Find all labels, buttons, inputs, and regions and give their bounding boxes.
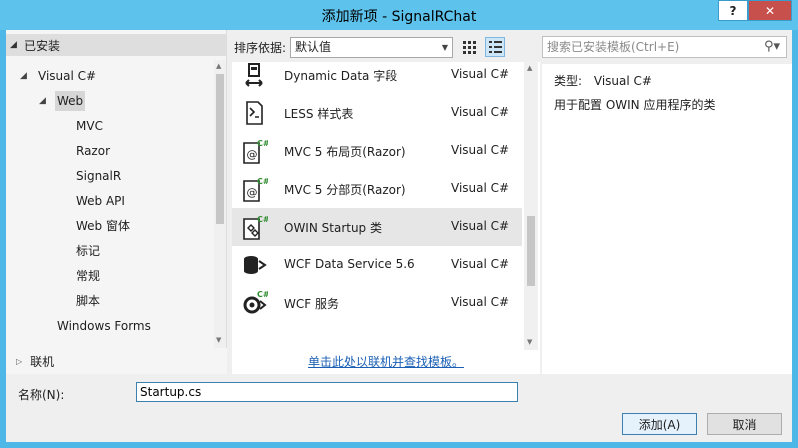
sort-value: 默认值 [295,39,332,54]
installed-header[interactable]: ◢ 已安装 [6,34,227,56]
razor-icon: @ C# [243,139,268,164]
scroll-up-icon[interactable]: ▲ [216,62,221,70]
category-panel: ◢ 已安装 ◢ Visual C# ◢ Web MVC Razor Signal… [6,30,227,348]
wcf-service-icon: C# [243,290,268,314]
tree-scrollbar[interactable]: ▲ ▼ [214,60,226,348]
scroll-down-icon[interactable]: ▼ [216,336,221,344]
template-item[interactable]: LESS 样式表 Visual C# [232,94,522,132]
template-item[interactable]: @ C# MVC 5 分部页(Razor) Visual C# [232,170,522,208]
name-label: 名称(N): [18,388,65,402]
scrollbar-thumb[interactable] [527,216,535,286]
type-row: 类型: Visual C# [554,72,652,89]
expanded-arrow-icon: ◢ [20,71,27,81]
search-input[interactable] [543,37,753,57]
grid-view-icon [463,41,477,54]
tree-item-markup[interactable]: 标记 [6,239,214,264]
window-title: 添加新项 - SignalRChat [321,9,477,25]
tree-item-visual-csharp[interactable]: ◢ Visual C# [6,64,214,89]
scroll-down-icon[interactable]: ▼ [527,338,532,346]
tree-item-web-api[interactable]: Web API [6,189,214,214]
sort-label: 排序依据: [234,40,287,55]
online-label: 联机 [30,354,55,369]
file-name-input[interactable] [136,382,518,402]
tree-item-mvc[interactable]: MVC [6,114,214,139]
scrollbar-thumb[interactable] [216,74,224,224]
type-value: Visual C# [593,74,652,88]
chevron-down-icon: ▼ [441,42,449,52]
sort-dropdown[interactable]: 默认值 ▼ [290,36,454,58]
razor-icon: @ C# [243,177,268,202]
type-label: 类型: [554,74,583,88]
dialog-body: ◢ 已安装 ◢ Visual C# ◢ Web MVC Razor Signal… [6,30,792,442]
tree-item-script[interactable]: 脚本 [6,289,214,314]
template-item[interactable]: C# WCF 服务 Visual C# [232,284,522,322]
close-button[interactable]: ✕ [748,0,792,21]
search-box[interactable]: ⚲▾ [542,36,787,58]
svg-text:@: @ [247,186,258,199]
template-scrollbar[interactable]: ▲ ▼ [524,62,538,350]
template-item[interactable]: Dynamic Data 字段 Visual C# [232,56,522,94]
tree-item-web-forms[interactable]: Web 窗体 [6,214,214,239]
dynamic-data-icon [245,63,263,87]
tree-item-signalr[interactable]: SignalR [6,164,214,189]
scroll-up-icon[interactable]: ▲ [527,64,532,72]
expanded-arrow-icon: ◢ [39,96,46,106]
template-item[interactable]: @ C# MVC 5 布局页(Razor) Visual C# [232,132,522,170]
grid-view-button[interactable] [459,37,479,57]
template-list: Dynamic Data 字段 Visual C# LESS 样式表 Visua… [232,62,540,350]
less-icon [246,101,263,125]
svg-text:C#: C# [257,215,268,224]
svg-text:C#: C# [257,177,268,186]
search-icon[interactable]: ⚲▾ [764,39,780,54]
wcf-data-icon [244,256,267,274]
list-view-icon [489,41,503,53]
tree-item-general[interactable]: 常规 [6,264,214,289]
title-bar: 添加新项 - SignalRChat ? ✕ [0,0,798,30]
tree-item-web[interactable]: ◢ Web [6,89,214,114]
collapse-triangle-icon: ◢ [10,40,17,50]
online-header[interactable]: ▷ 联机 [6,348,227,374]
template-item-selected[interactable]: C# OWIN Startup 类 Visual C# [232,208,522,246]
category-tree: ◢ Visual C# ◢ Web MVC Razor SignalR Web … [6,64,214,339]
installed-label: 已安装 [24,38,61,53]
find-online-templates-link[interactable]: 单击此处以联机并查找模板。 [308,355,464,369]
online-link-row: 单击此处以联机并查找模板。 [232,350,540,374]
svg-text:C#: C# [257,290,268,299]
template-description: 用于配置 OWIN 应用程序的类 [554,98,716,112]
name-and-actions: 名称(N): 添加(A) 取消 [6,376,792,442]
owin-icon: C# [243,215,268,240]
details-panel: 类型: Visual C# 用于配置 OWIN 应用程序的类 [542,64,792,374]
sort-toolbar: 排序依据: 默认值 ▼ [234,36,506,58]
expand-triangle-icon: ▷ [16,356,23,366]
help-button[interactable]: ? [718,0,748,21]
template-item[interactable]: WCF Data Service 5.6 Visual C# [232,246,522,284]
svg-text:C#: C# [257,139,268,148]
add-button[interactable]: 添加(A) [622,413,697,435]
svg-text:@: @ [247,148,258,161]
cancel-button[interactable]: 取消 [707,413,782,435]
list-view-button[interactable] [485,37,506,57]
tree-item-razor[interactable]: Razor [6,139,214,164]
tree-item-windows-forms[interactable]: Windows Forms [6,314,214,339]
